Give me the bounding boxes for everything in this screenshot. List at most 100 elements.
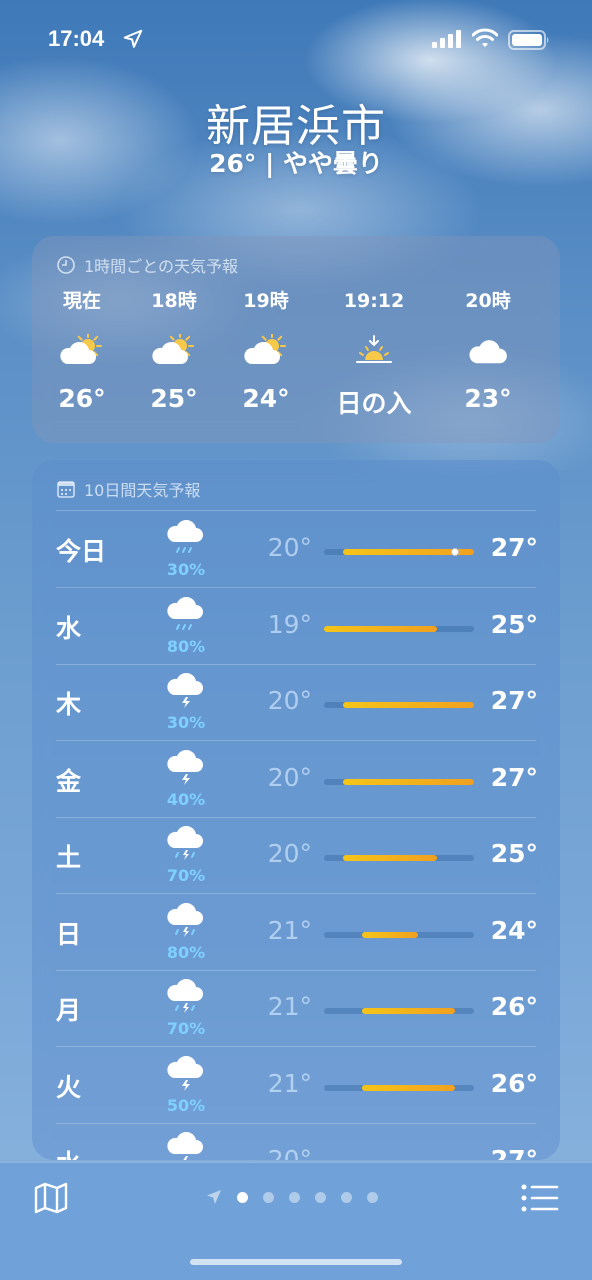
high-temp: 26°: [490, 1068, 538, 1098]
daily-row[interactable]: 水 20° 27°: [32, 1124, 560, 1160]
precipitation-chance: 70%: [166, 866, 206, 885]
current-summary: 26° | やや曇り: [209, 149, 383, 178]
daily-card-title: 10日間天気予報: [84, 481, 201, 500]
map-icon[interactable]: [32, 1179, 70, 1217]
battery-icon: [508, 30, 549, 50]
hour-temp: 26°: [58, 384, 106, 413]
daily-row[interactable]: 月 70% 21° 26°: [32, 971, 560, 1047]
hourly-item: 19時 24°: [216, 288, 316, 428]
bottom-toolbar: [0, 1162, 592, 1280]
temp-range-fill: [342, 778, 474, 785]
day-name: 日: [56, 919, 82, 949]
high-temp: 26°: [490, 992, 538, 1021]
hourly-forecast-card[interactable]: 1時間ごとの天気予報 現在 26° 18時 25° 19時 24° 19:12 日の入 20時 2…: [32, 236, 560, 443]
hour-label: 18時: [151, 290, 197, 312]
temp-range-fill: [324, 625, 437, 632]
daily-row[interactable]: 今日 30% 20° 27°: [32, 512, 560, 588]
daily-row[interactable]: 火 50% 21° 26°: [32, 1048, 560, 1124]
page-dot[interactable]: [341, 1191, 352, 1203]
high-temp: 27°: [490, 762, 538, 792]
temp-range-bar: [324, 855, 474, 861]
partly-cloudy-sun-icon: [244, 332, 288, 370]
high-temp: 24°: [490, 915, 538, 945]
page-dot[interactable]: [367, 1191, 378, 1203]
hourly-item: 現在 26°: [32, 288, 132, 428]
page-dot[interactable]: [289, 1191, 300, 1203]
cloud-bolt-icon: [166, 672, 206, 709]
day-name: 金: [56, 766, 82, 796]
low-temp: 20°: [267, 1145, 312, 1160]
daily-row[interactable]: 水 80% 19° 25°: [32, 589, 560, 665]
precipitation-chance: 80%: [166, 636, 206, 656]
divider: [56, 510, 536, 511]
temp-range-fill: [342, 702, 474, 708]
hour-label: 19時: [243, 290, 289, 312]
hour-temp: 25°: [150, 384, 198, 413]
cloud-rain-icon: [166, 596, 206, 633]
cloud-bolt-rain-icon: [166, 825, 206, 862]
hour-label: 現在: [62, 290, 101, 312]
low-temp: 20°: [267, 533, 312, 562]
hourly-item: 20時 23°: [438, 288, 538, 428]
ten-day-forecast-card[interactable]: 10日間天気予報 今日 30% 20° 27° 水 80% 19° 25° 木 30% 20° 27°…: [32, 460, 560, 1160]
low-temp: 21°: [267, 992, 312, 1021]
precipitation-chance: 50%: [166, 1095, 206, 1115]
page-indicator[interactable]: [206, 1189, 378, 1205]
hourly-card-title: 1時間ごとの天気予報: [84, 257, 239, 276]
low-temp: 21°: [267, 1068, 312, 1098]
precipitation-chance: 40%: [166, 789, 206, 809]
day-name: 月: [56, 996, 82, 1025]
status-bar: 17:04: [0, 22, 592, 58]
daily-card-header: 10日間天気予報: [56, 478, 200, 500]
cloud-bolt-icon: [166, 1131, 206, 1160]
hourly-item: 19:12 日の入: [324, 288, 424, 428]
precipitation-chance: 80%: [166, 942, 206, 962]
cloud-rain-icon: [166, 519, 206, 556]
partly-cloudy-sun-icon: [152, 332, 196, 370]
hourly-scroll[interactable]: 現在 26° 18時 25° 19時 24° 19:12 日の入 20時 23°: [32, 288, 560, 428]
temp-range-bar: [324, 548, 474, 556]
day-name: 土: [56, 843, 82, 872]
day-name: 水: [56, 1144, 81, 1160]
low-temp: 20°: [267, 686, 312, 715]
cloud-bolt-icon: [166, 749, 206, 786]
precipitation-chance: 30%: [166, 713, 206, 732]
sunset-icon: [352, 334, 396, 370]
daily-row[interactable]: 土 70% 20° 25°: [32, 818, 560, 894]
daily-row[interactable]: 日 80% 21° 24°: [32, 895, 560, 971]
low-temp: 20°: [267, 839, 312, 868]
status-time: 17:04: [48, 26, 105, 51]
high-temp: 25°: [490, 609, 538, 639]
home-indicator: [190, 1259, 402, 1265]
hour-temp: 日の入: [336, 389, 412, 418]
location-arrow-icon: [123, 29, 143, 48]
cloud-bolt-rain-icon: [166, 978, 206, 1015]
low-temp: 19°: [267, 609, 312, 639]
hourly-card-header: 1時間ごとの天気予報: [56, 254, 238, 276]
hour-label: 20時: [465, 290, 511, 312]
day-name: 水: [56, 613, 82, 643]
precipitation-chance: 30%: [166, 560, 206, 579]
temp-range-bar: [324, 625, 474, 632]
cloud-bolt-rain-icon: [166, 902, 206, 939]
temp-range-bar: [324, 1008, 474, 1014]
page-dot[interactable]: [315, 1191, 326, 1203]
city-list-icon[interactable]: [520, 1181, 560, 1215]
temp-range-fill: [361, 1084, 456, 1091]
daily-row[interactable]: 木 30% 20° 27°: [32, 665, 560, 741]
temp-range-fill: [342, 855, 437, 861]
cloud-bolt-icon: [166, 1055, 206, 1092]
page-dot[interactable]: [263, 1191, 274, 1203]
day-name: 火: [56, 1072, 82, 1102]
high-temp: 27°: [490, 686, 538, 715]
hour-label: 19:12: [343, 290, 405, 312]
page-dot[interactable]: [237, 1191, 248, 1203]
current-location-page-icon[interactable]: [206, 1189, 222, 1205]
day-name: 今日: [56, 537, 107, 566]
partly-cloudy-sun-icon: [60, 332, 104, 370]
calendar-icon: [57, 481, 75, 498]
hour-temp: 24°: [242, 384, 290, 413]
daily-row[interactable]: 金 40% 20° 27°: [32, 742, 560, 818]
temp-range-fill: [361, 1008, 456, 1014]
low-temp: 21°: [267, 915, 312, 945]
